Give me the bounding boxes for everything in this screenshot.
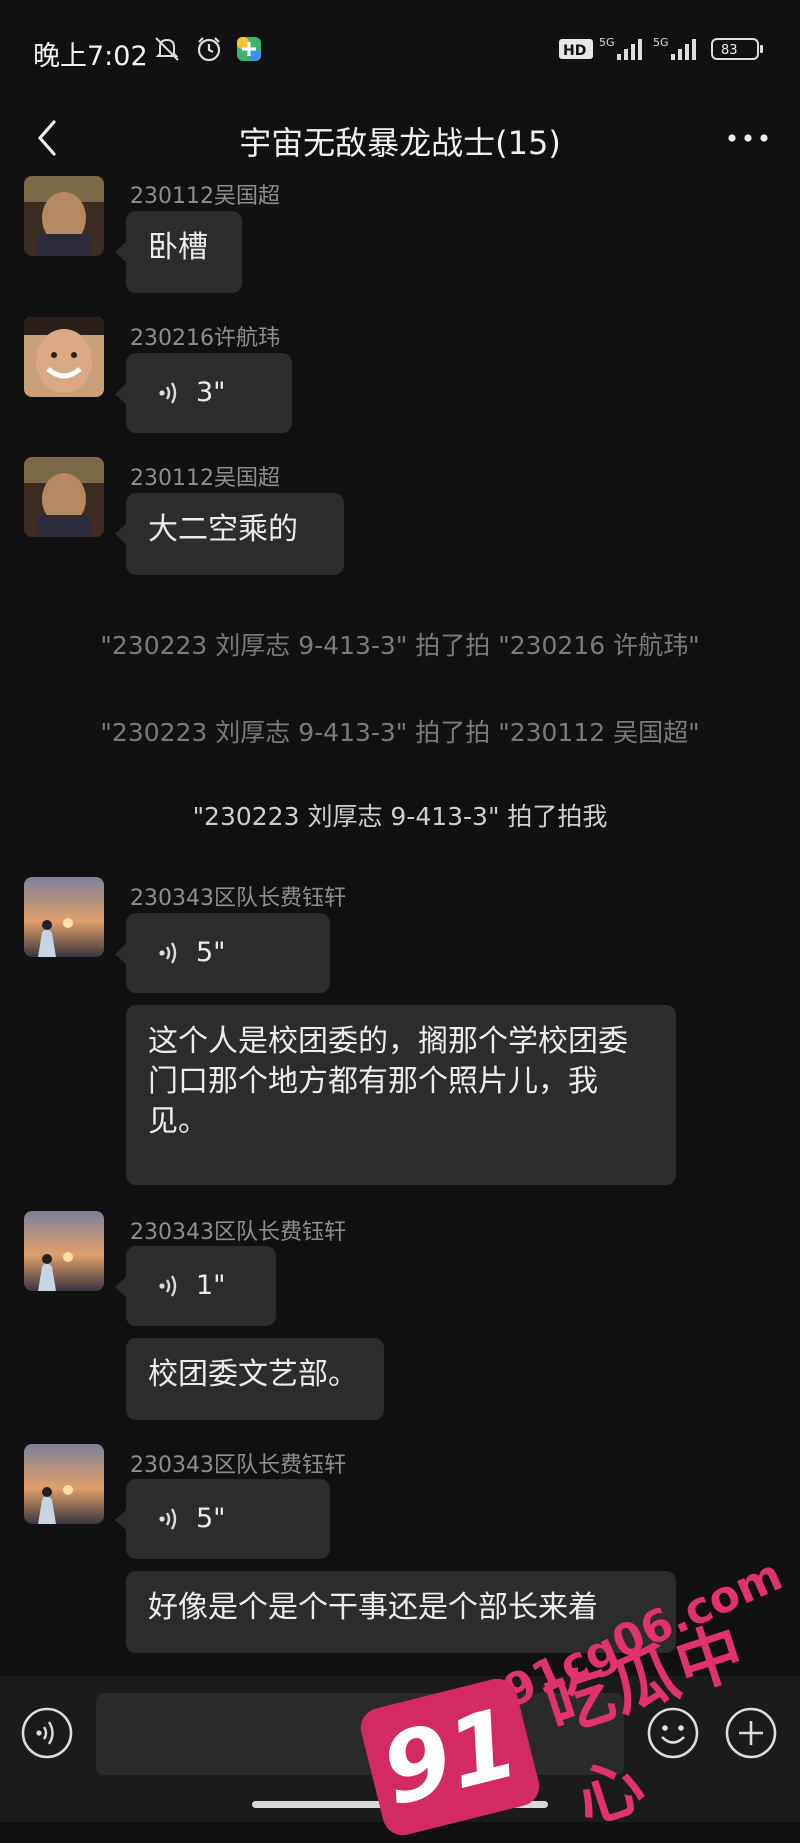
system-message: "230223 刘厚志 9-413-3" 拍了拍我 [192, 802, 608, 831]
voice-duration: 5" [196, 1503, 226, 1534]
voice-message[interactable]: 1" [115, 1246, 276, 1326]
sender-name: 230216许航玮 [130, 326, 280, 351]
avatar[interactable] [24, 1444, 104, 1524]
signal-icon-1: 5G [598, 34, 646, 64]
message-input[interactable] [96, 1693, 624, 1775]
more-button[interactable] [722, 120, 774, 156]
mute-icon [150, 34, 184, 64]
status-time: 晚上7:02 [33, 41, 148, 72]
svg-text:5G: 5G [599, 36, 615, 49]
avatar[interactable] [24, 317, 104, 397]
message-bubble[interactable]: 校团委文艺部。 [126, 1338, 384, 1420]
voice-wave-icon [159, 1507, 177, 1530]
more-dots-icon [728, 134, 768, 142]
app-notification-icon [234, 34, 264, 64]
chat-header: 宇宙无敌暴龙战士(15) [0, 100, 800, 180]
sender-name: 230112吴国超 [130, 184, 280, 209]
hd-icon: HD [556, 34, 596, 64]
svg-text:83: 83 [721, 43, 738, 58]
message-bubble[interactable]: 卧槽 [115, 211, 242, 293]
voice-wave-icon [159, 381, 177, 404]
system-message: "230223 刘厚志 9-413-3" 拍了拍 "230112 吴国超" [100, 718, 700, 747]
signal-icon-2: 5G [652, 34, 700, 64]
sender-name: 230343区队长费钰轩 [130, 1453, 346, 1478]
avatar[interactable] [24, 1211, 104, 1291]
chat-title: 宇宙无敌暴龙战士(15) [239, 124, 561, 162]
status-bar: 晚上7:02 HD 5G 5G 83 [0, 0, 800, 100]
svg-text:5G: 5G [653, 36, 669, 49]
avatar[interactable] [24, 877, 104, 957]
voice-wave-icon [159, 1274, 177, 1297]
voice-wave-icon [159, 941, 177, 964]
voice-message[interactable]: 5" [115, 1479, 330, 1559]
avatar[interactable] [24, 176, 104, 256]
sender-name: 230343区队长费钰轩 [130, 1220, 346, 1245]
voice-duration: 1" [196, 1270, 226, 1301]
alarm-icon [192, 34, 226, 64]
voice-duration: 5" [196, 937, 226, 968]
avatar[interactable] [24, 457, 104, 537]
voice-input-button[interactable] [20, 1706, 74, 1760]
sender-name: 230343区队长费钰轩 [130, 886, 346, 911]
sender-name: 230112吴国超 [130, 466, 280, 491]
message-bubble[interactable]: 大二空乘的 [115, 493, 344, 575]
battery-icon: 83 [710, 34, 766, 64]
message-bubble[interactable]: 这个人是校团委的，搁那个学校团委门口那个地方都有那个照片儿，我见。 [126, 1005, 676, 1185]
voice-message[interactable]: 5" [115, 913, 330, 993]
voice-duration: 3" [196, 377, 226, 408]
system-message: "230223 刘厚志 9-413-3" 拍了拍 "230216 许航玮" [100, 631, 700, 660]
voice-message[interactable]: 3" [115, 353, 292, 433]
voice-icon [21, 1707, 73, 1759]
svg-text:HD: HD [563, 43, 586, 59]
